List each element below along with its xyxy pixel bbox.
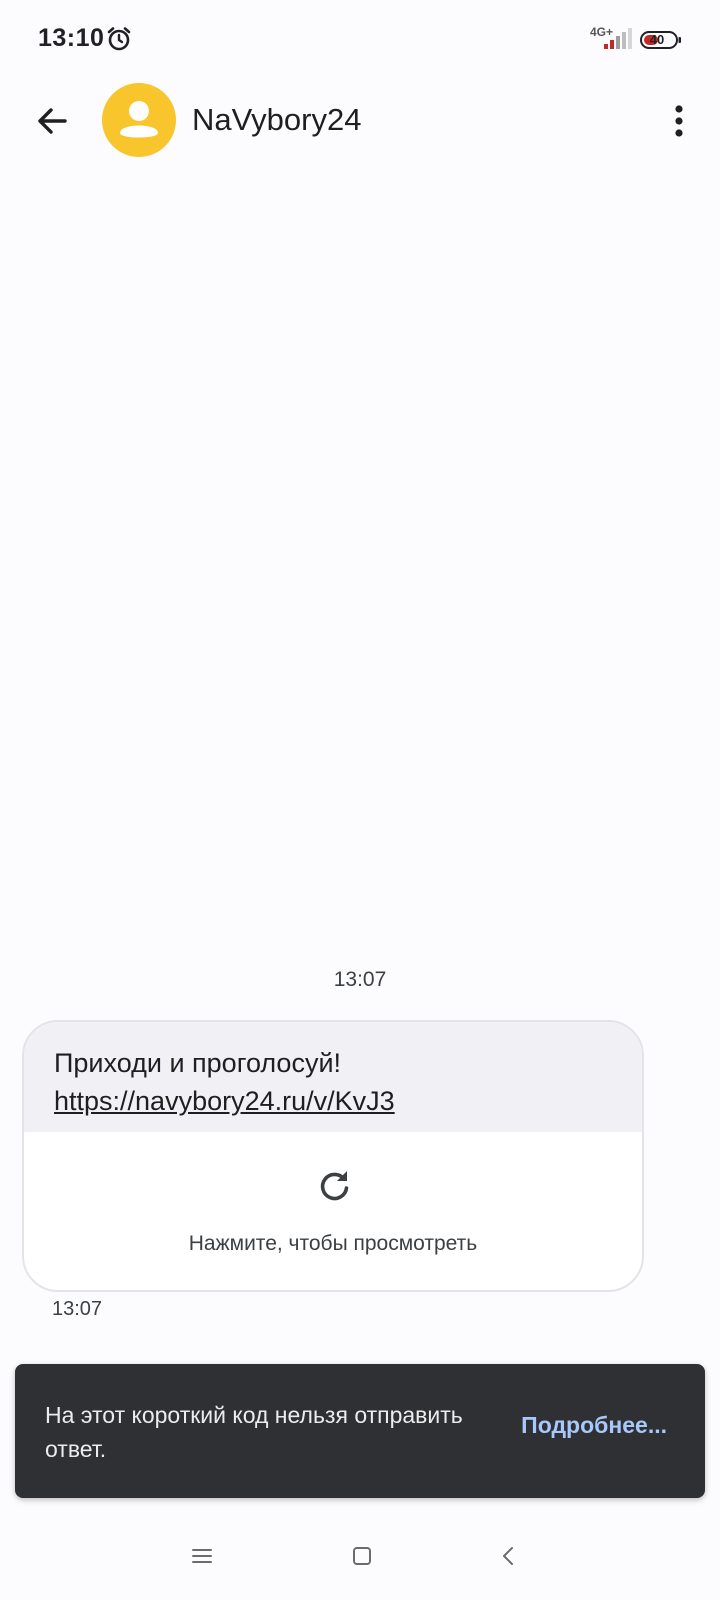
cell-signal-icon	[604, 28, 632, 49]
recents-button[interactable]	[180, 1534, 224, 1578]
link-preview[interactable]: Нажмите, чтобы просмотреть	[24, 1132, 642, 1290]
learn-more-button[interactable]: Подробнее...	[521, 1412, 667, 1439]
home-button[interactable]	[340, 1534, 384, 1578]
preview-prompt: Нажмите, чтобы просмотреть	[188, 1232, 478, 1255]
arrow-back-icon	[38, 108, 67, 134]
message-text: Приходи и проголосуй!	[54, 1048, 342, 1078]
messages-screen: 13:10 4G+ 40 NaVybory24 13:07 Приходи и …	[0, 0, 720, 1600]
status-time: 13:10	[38, 24, 105, 52]
message-timestamp: 13:07	[52, 1298, 103, 1320]
system-nav-bar	[0, 1512, 720, 1600]
back-button[interactable]	[28, 97, 76, 145]
contact-avatar[interactable]	[102, 83, 176, 157]
message-date-header: 13:07	[333, 968, 387, 991]
person-icon	[120, 101, 158, 138]
more-vert-icon	[675, 105, 683, 137]
square-home-icon	[353, 1547, 371, 1565]
alarm-clock-icon	[107, 27, 131, 51]
refresh-icon	[320, 1171, 349, 1201]
chevron-back-icon	[503, 1547, 513, 1565]
message-text-area: Приходи и проголосуй! https://navybory24…	[24, 1022, 642, 1132]
status-bar: 13:10 4G+ 40	[0, 0, 720, 80]
conversation-app-bar: NaVybory24	[0, 80, 720, 162]
contact-name[interactable]: NaVybory24	[192, 102, 361, 138]
menu-lines-icon	[192, 1549, 212, 1563]
snackbar-message: На этот короткий код нельзя отправить от…	[45, 1402, 463, 1462]
more-options-button[interactable]	[655, 97, 703, 145]
message-link[interactable]: https://navybory24.ru/v/KvJ3	[54, 1086, 395, 1116]
nav-back-button[interactable]	[486, 1534, 530, 1578]
snackbar: На этот короткий код нельзя отправить от…	[15, 1364, 705, 1498]
message-bubble[interactable]: Приходи и проголосуй! https://navybory24…	[22, 1020, 644, 1292]
battery-level: 40	[649, 32, 665, 47]
